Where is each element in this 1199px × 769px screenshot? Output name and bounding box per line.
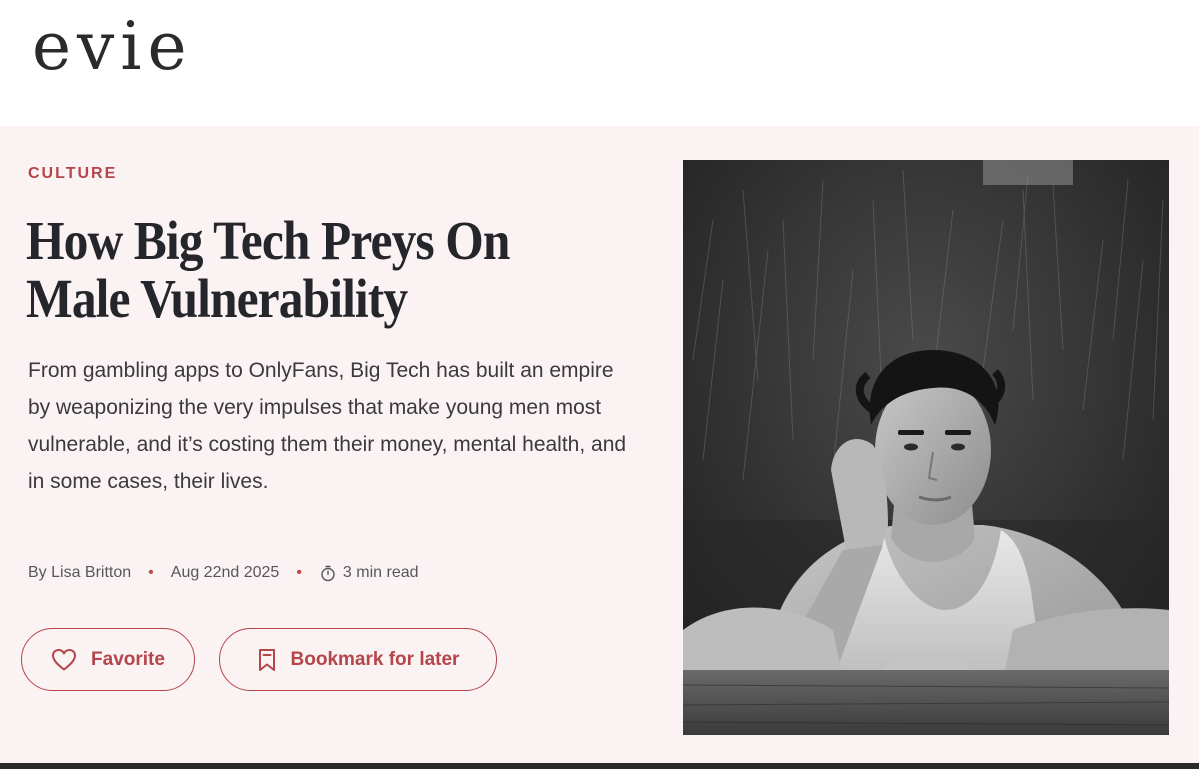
article-title-line2: Male Vulnerability [26, 268, 408, 329]
site-logo[interactable]: evie [32, 14, 193, 80]
favorite-label: Favorite [91, 648, 165, 670]
article-dek: From gambling apps to OnlyFans, Big Tech… [28, 359, 627, 493]
byline[interactable]: By Lisa Britton [28, 564, 131, 582]
meta-separator: • [296, 564, 302, 581]
publish-date: Aug 22nd 2025 [170, 564, 280, 581]
page-bottom-border [0, 763, 1199, 769]
heart-icon [51, 648, 77, 672]
article-title: How Big Tech Preys On Male Vulnerability [26, 212, 584, 328]
article-meta: By Lisa Britton • Aug 22nd 2025 • 3 min … [28, 564, 419, 582]
read-time: 3 min read [342, 564, 419, 581]
hero-photo[interactable] [683, 160, 1169, 735]
bookmark-icon [257, 648, 277, 672]
bookmark-label: Bookmark for later [290, 648, 460, 670]
portrait-photo-illustration [683, 160, 1169, 735]
article-category[interactable]: CULTURE [28, 165, 117, 183]
stopwatch-icon [319, 564, 337, 582]
bookmark-button[interactable]: Bookmark for later [219, 628, 497, 691]
favorite-button[interactable]: Favorite [21, 628, 195, 691]
site-header: evie [0, 0, 1199, 126]
article-title-line1: How Big Tech Preys On [26, 210, 510, 271]
meta-separator: • [148, 564, 154, 581]
